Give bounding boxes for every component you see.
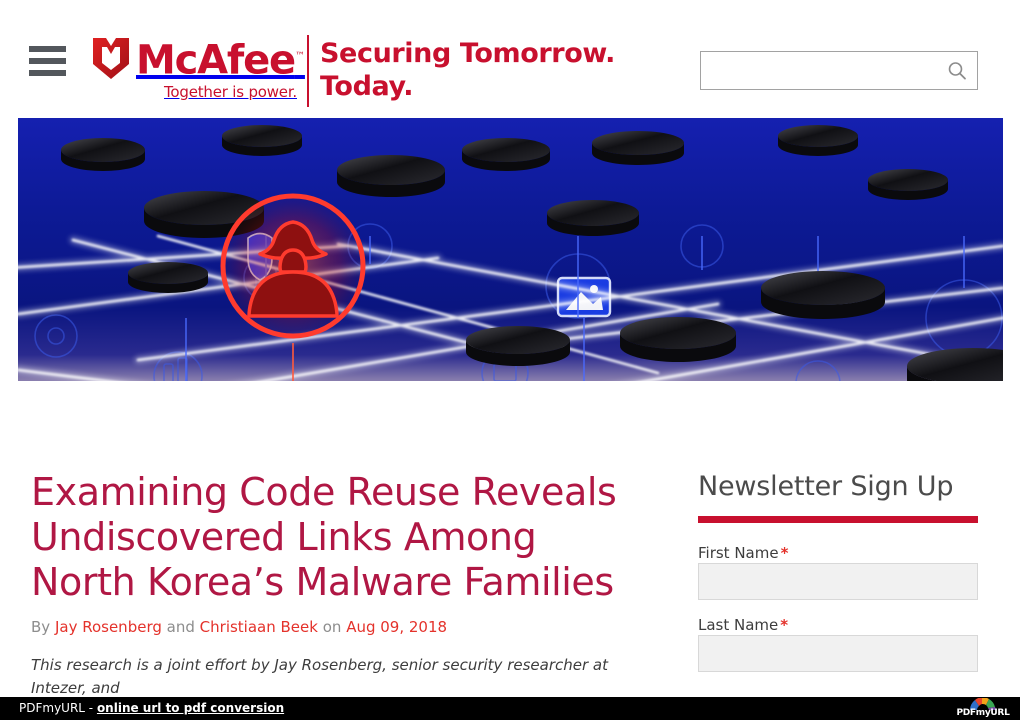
content-area: Examining Code Reuse Reveals Undiscovere… xyxy=(0,470,1020,697)
mcafee-logo-link[interactable]: McAfee™ Together is power. xyxy=(92,36,305,102)
hamburger-bar-3 xyxy=(29,70,66,76)
campaign-tagline-line2: Today. xyxy=(320,71,414,102)
first-name-label-text: First Name xyxy=(698,544,779,562)
pdfmyurl-logo-text: PDFmyURL xyxy=(956,708,1010,718)
first-name-input[interactable] xyxy=(698,563,978,600)
brand-divider xyxy=(307,35,309,107)
site-header: McAfee™ Together is power. Securing Tomo… xyxy=(0,0,1020,118)
page-root: McAfee™ Together is power. Securing Tomo… xyxy=(0,0,1020,720)
newsletter-title: Newsletter Sign Up xyxy=(698,471,954,502)
last-name-required-marker: * xyxy=(780,616,789,634)
newsletter-signup-panel: Newsletter Sign Up First Name * Last Name… xyxy=(698,470,980,687)
last-name-input[interactable] xyxy=(698,635,978,672)
byline-prefix: By xyxy=(31,618,51,636)
search-button[interactable] xyxy=(943,58,971,84)
brand-row: McAfee™ xyxy=(92,36,305,81)
mcafee-wordmark: McAfee™ xyxy=(136,37,305,84)
page-title: Examining Code Reuse Reveals Undiscovere… xyxy=(31,470,617,604)
last-name-label-text: Last Name xyxy=(698,616,779,634)
hero-image xyxy=(18,118,1003,381)
hamburger-bar-2 xyxy=(29,58,66,64)
article-lede: This research is a joint effort by Jay R… xyxy=(31,656,608,697)
byline: By Jay Rosenberg and Christiaan Beek on … xyxy=(31,617,641,637)
byline-conjunction: and xyxy=(166,618,195,636)
hamburger-bar-1 xyxy=(29,46,66,52)
first-name-required-marker: * xyxy=(780,544,789,562)
search-input[interactable] xyxy=(701,52,939,89)
last-name-label: Last Name * xyxy=(698,616,788,634)
brand-tagline: Together is power. xyxy=(164,83,297,102)
first-name-label: First Name * xyxy=(698,544,788,562)
pdfmyurl-footer-bar: PDFmyURL - online url to pdf conversion … xyxy=(0,697,1020,720)
search-icon xyxy=(948,62,966,80)
campaign-tagline-line1: Securing Tomorrow. xyxy=(320,38,616,69)
campaign-tagline: Securing Tomorrow. Today. xyxy=(320,37,615,103)
byline-on: on xyxy=(322,618,342,636)
footer-text: PDFmyURL - online url to pdf conversion xyxy=(19,701,284,715)
trademark-symbol: ™ xyxy=(294,51,305,62)
footer-brand: PDFmyURL - xyxy=(19,701,97,715)
hero-network-graphic xyxy=(18,118,1003,381)
article-block: Examining Code Reuse Reveals Undiscovere… xyxy=(31,470,641,700)
author-link-two[interactable]: Christiaan Beek xyxy=(200,618,318,636)
hamburger-menu-icon[interactable] xyxy=(29,46,66,76)
newsletter-divider xyxy=(698,516,978,523)
pdfmyurl-logo[interactable]: PDFmyURL xyxy=(954,697,1012,719)
footer-conversion-link[interactable]: online url to pdf conversion xyxy=(97,701,284,715)
search-box[interactable] xyxy=(700,51,978,90)
author-link-one[interactable]: Jay Rosenberg xyxy=(55,618,162,636)
mcafee-shield-icon xyxy=(93,38,129,79)
publish-date-link[interactable]: Aug 09, 2018 xyxy=(346,618,447,636)
